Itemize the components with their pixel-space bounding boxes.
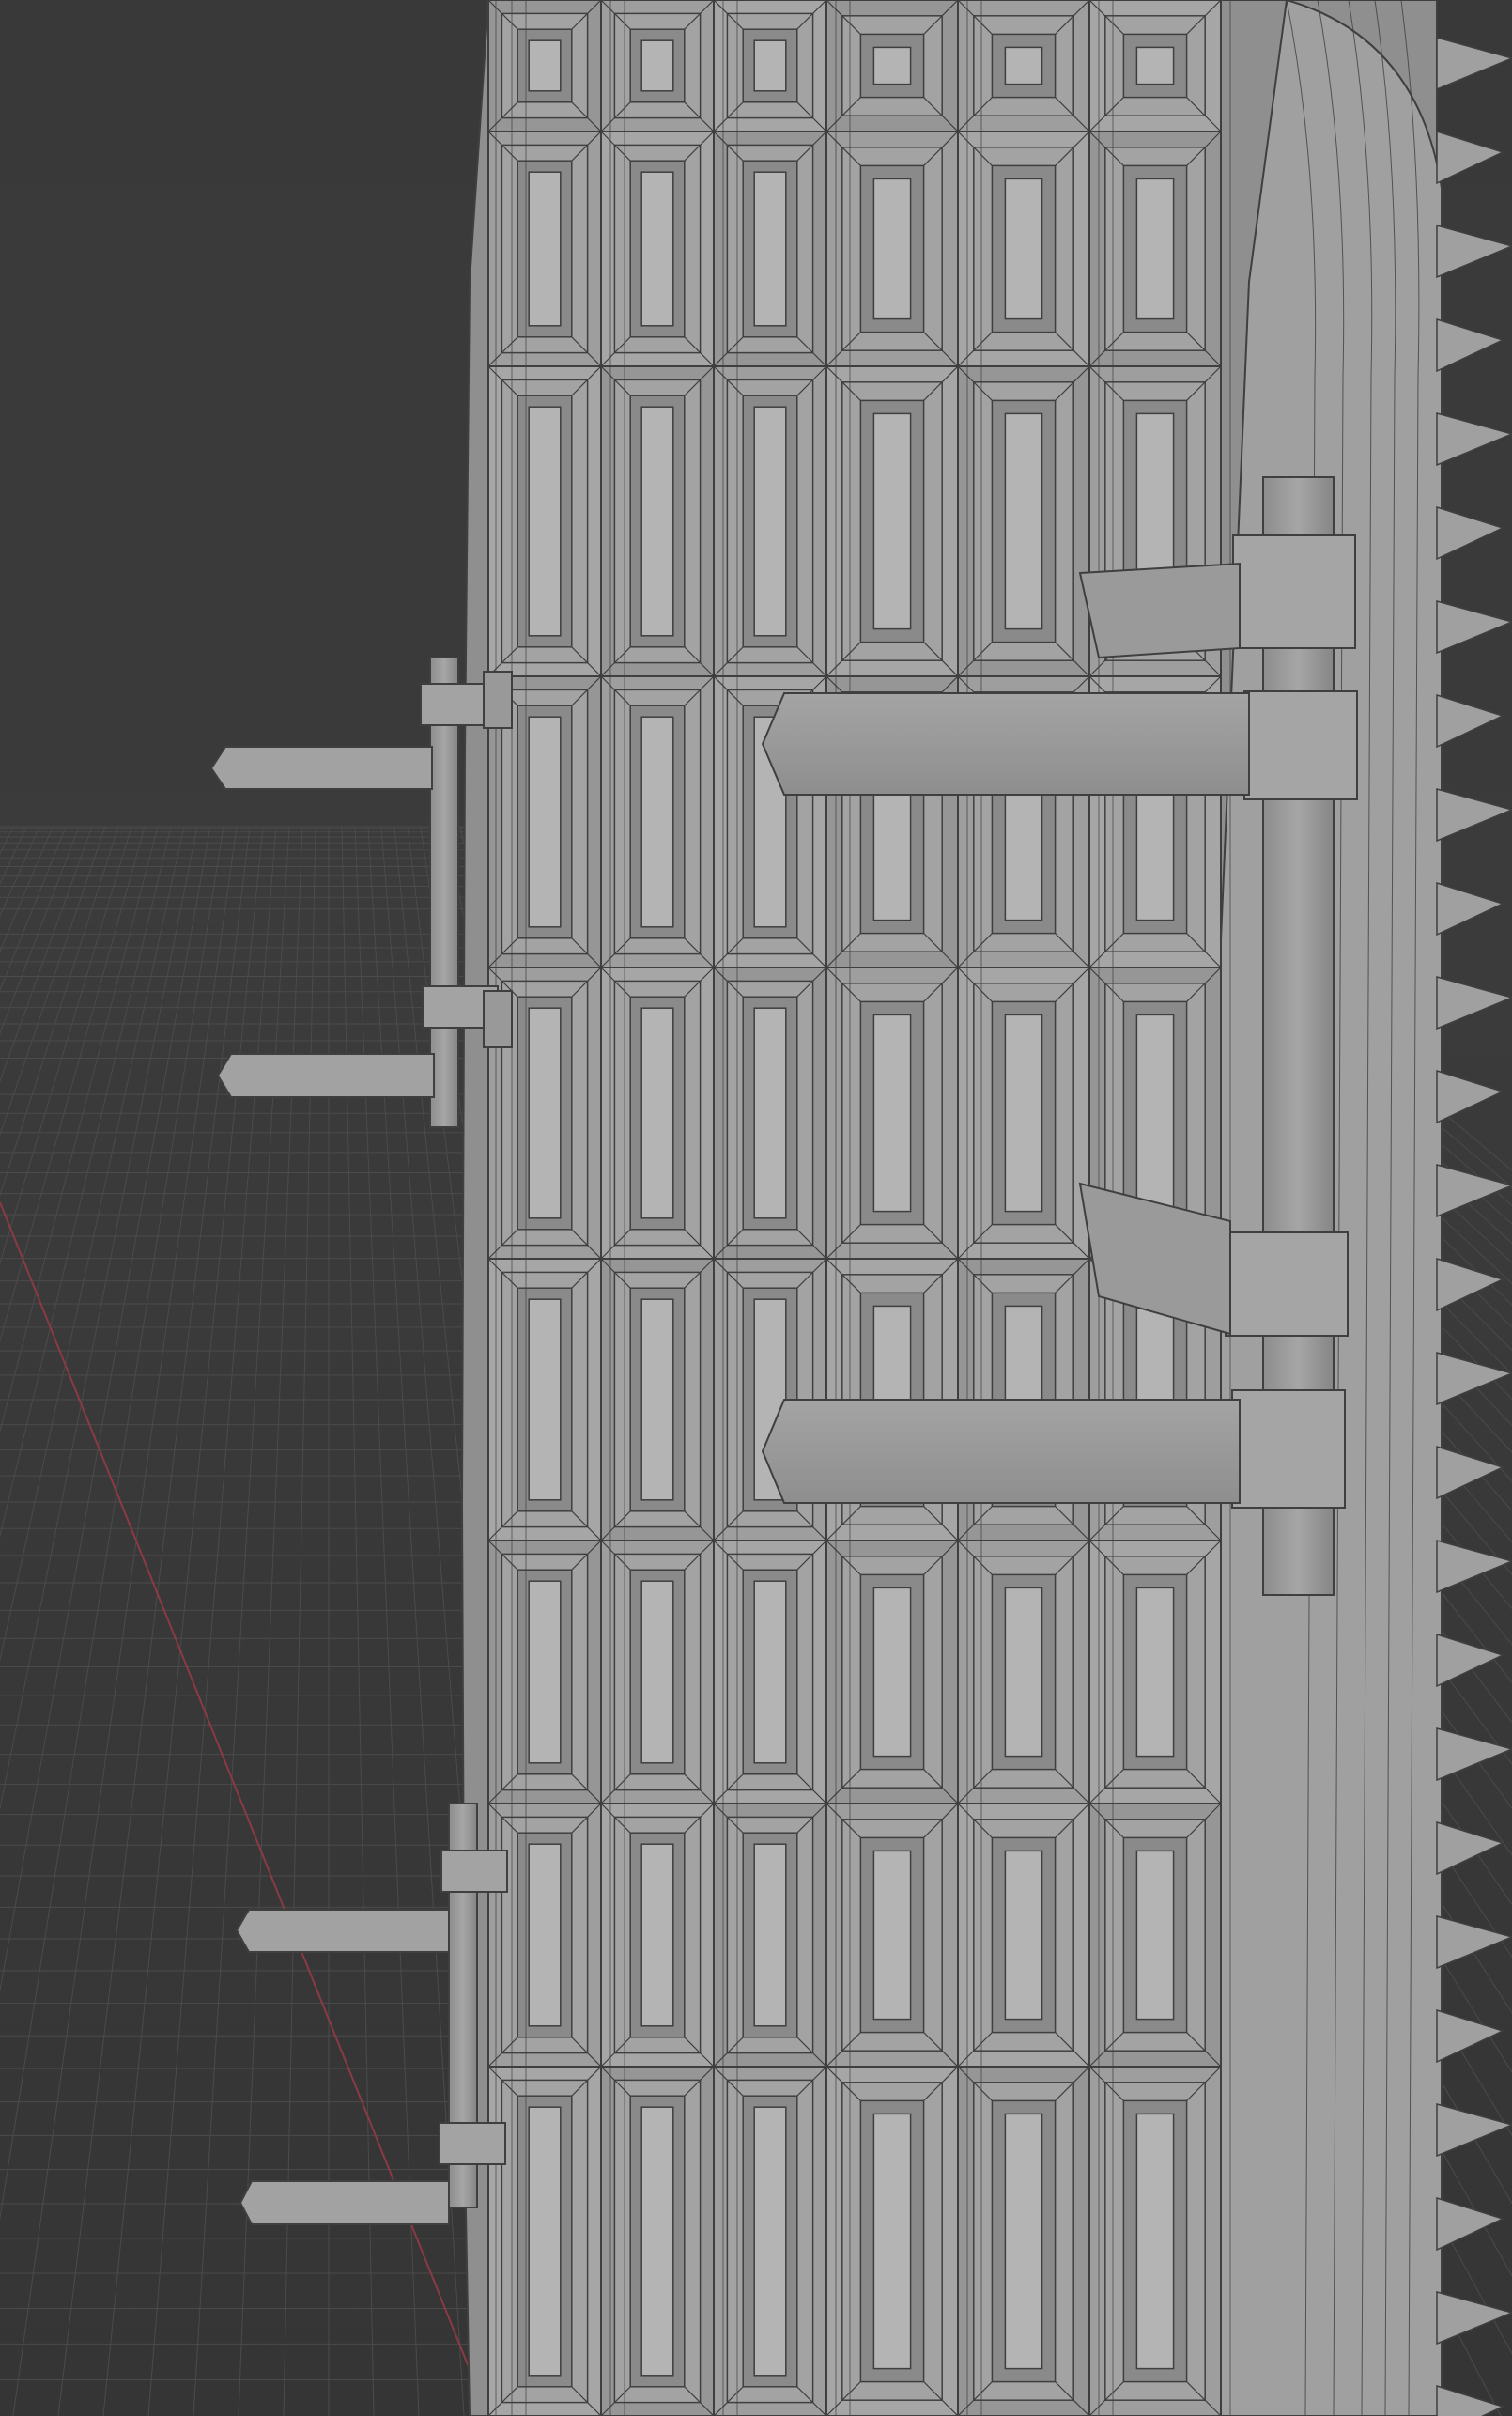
panel-recess bbox=[1004, 1587, 1043, 1758]
panel-recess bbox=[640, 2106, 674, 2377]
panel-recess bbox=[640, 1298, 674, 1501]
panel-recess bbox=[1004, 2113, 1043, 2370]
panel-recess bbox=[1135, 1587, 1175, 1758]
panel-recess bbox=[640, 716, 674, 928]
panel-recess bbox=[872, 1850, 912, 2021]
panel-recess bbox=[640, 406, 674, 637]
panel-recess bbox=[528, 1298, 562, 1501]
panel-recess bbox=[528, 406, 562, 637]
gate-mesh[interactable] bbox=[460, 0, 1512, 2416]
panel-recess bbox=[528, 716, 562, 928]
panel-recess bbox=[528, 39, 562, 92]
panel-recess bbox=[528, 1580, 562, 1764]
panel-recess bbox=[1004, 178, 1043, 320]
panel-recess bbox=[872, 1014, 912, 1213]
panel-recess bbox=[640, 1843, 674, 2027]
panel-recess bbox=[753, 171, 787, 327]
3d-viewport[interactable] bbox=[0, 0, 1512, 2416]
panel-recess bbox=[528, 171, 562, 327]
panel-recess bbox=[640, 39, 674, 92]
panel-recess bbox=[1004, 1014, 1043, 1213]
panel-recess bbox=[1135, 1014, 1175, 1213]
panel-recess bbox=[1004, 412, 1043, 630]
panel-recess bbox=[1135, 46, 1175, 85]
viewport-scene[interactable] bbox=[0, 0, 1512, 2416]
panel-recess bbox=[753, 1843, 787, 2027]
panel-recess bbox=[1135, 178, 1175, 320]
panel-recess bbox=[753, 39, 787, 92]
panel-recess bbox=[1004, 1850, 1043, 2021]
panel-recess bbox=[872, 412, 912, 630]
panel-recess bbox=[753, 1580, 787, 1764]
panel-recess bbox=[640, 1580, 674, 1764]
panel-recess bbox=[528, 2106, 562, 2377]
panel-recess bbox=[640, 1007, 674, 1219]
panel-recess bbox=[753, 2106, 787, 2377]
panel-recess bbox=[753, 1007, 787, 1219]
panel-recess bbox=[872, 178, 912, 320]
panel-recess bbox=[1004, 46, 1043, 85]
panel-recess bbox=[872, 46, 912, 85]
panel-recess bbox=[872, 2113, 912, 2370]
panel-recess bbox=[528, 1843, 562, 2027]
panel-recess bbox=[1135, 2113, 1175, 2370]
panel-recess bbox=[640, 171, 674, 327]
panel-recess bbox=[1135, 1850, 1175, 2021]
panel-recess bbox=[753, 406, 787, 637]
panel-recess bbox=[528, 1007, 562, 1219]
panel-recess bbox=[872, 1587, 912, 1758]
